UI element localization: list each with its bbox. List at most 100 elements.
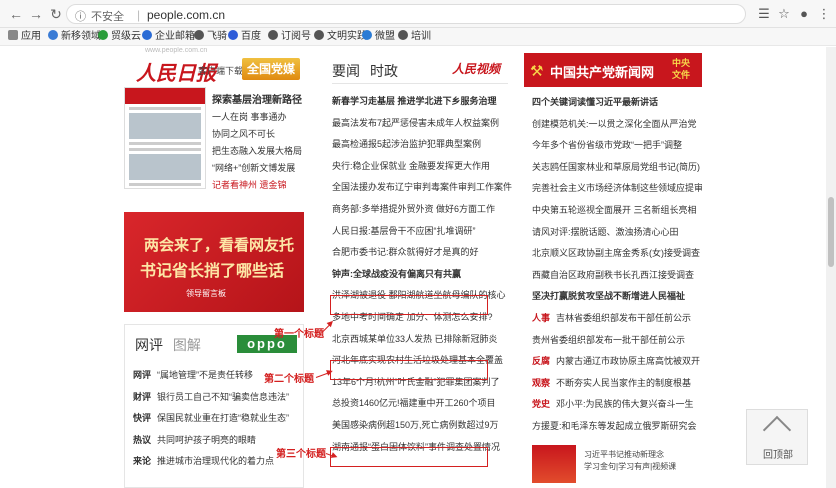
- annotation-second-title: 第二个标题: [264, 374, 314, 385]
- bookmark-item[interactable]: 文明实践: [314, 30, 367, 44]
- paper-link[interactable]: 协同之风不可长: [212, 126, 312, 143]
- faint-text: www.people.com.cn: [145, 47, 208, 54]
- list-item[interactable]: 快评 保国民就业重在打造“稳就业生态”: [133, 408, 301, 430]
- bookmark-item[interactable]: 贸级云: [98, 30, 141, 44]
- url-text[interactable]: people.com.cn: [147, 8, 225, 22]
- cloud-icon: [98, 30, 108, 40]
- paper-link[interactable]: “网络+”创新文博发展: [212, 160, 312, 177]
- news-link[interactable]: 北京顺义区政协副主席金秀系(女)接受调查: [532, 243, 702, 265]
- news-link[interactable]: 最高法发布7起严惩侵害未成年人权益案例: [332, 113, 512, 135]
- news-link[interactable]: 央行:稳企业保就业 金融要发挥更大作用: [332, 156, 512, 178]
- tab-tujie[interactable]: 图解: [173, 337, 201, 353]
- news-link[interactable]: 反腐 内蒙古通辽市政协原主席高忱被双开: [532, 351, 702, 373]
- feature-line[interactable]: 学习金句|学习有声|视频课: [584, 461, 704, 473]
- news-link[interactable]: 四个关键词读懂习近平最新讲话: [532, 92, 702, 114]
- bookmark-apps[interactable]: 应用: [8, 30, 41, 44]
- client-download-link[interactable]: 客户端下载: [198, 64, 243, 77]
- newspaper-thumbnail[interactable]: [124, 87, 206, 189]
- scrollbar[interactable]: [826, 47, 836, 488]
- tab-shizheng[interactable]: 时政: [370, 63, 398, 79]
- reload-icon[interactable]: ↻: [48, 6, 64, 22]
- feature-thumbnail[interactable]: [532, 445, 576, 483]
- news-link[interactable]: 商务部:多举措提外贸外资 做好6方面工作: [332, 199, 512, 221]
- browser-toolbar: ← → ↻ ⓘ 不安全 | people.com.cn ☰ ☆ ● ⋮: [0, 0, 836, 28]
- list-item[interactable]: 财评 银行员工自己不知“骗卖信息违法”: [133, 387, 301, 409]
- news-link[interactable]: 北京西城某单位33人发热 已排除新冠肺炎: [332, 329, 512, 351]
- chevron-up-icon: [762, 415, 792, 445]
- forward-icon[interactable]: →: [28, 6, 44, 22]
- news-link[interactable]: 创建模范机关:一以贯之深化全面从严治党: [532, 114, 702, 136]
- arrow-icon: [315, 371, 332, 378]
- party-emblem-icon: ⚒: [530, 63, 544, 80]
- dangmei-badge[interactable]: 全国党媒: [242, 58, 300, 80]
- news-link[interactable]: 今年多个省份省级市党政“一把手”调整: [532, 135, 702, 157]
- news-link[interactable]: 请风对评:摆脱话题、激浊扬清心心田: [532, 222, 702, 244]
- party-news-title: 中国共产党新闻网: [550, 65, 655, 80]
- banner-line1: 两会来了，看看网友托: [144, 237, 295, 254]
- news-link[interactable]: 观察 不断夯实人民当家作主的制度根基: [532, 373, 702, 395]
- bookmarks-bar: 应用 新移领域 贸级云 企业邮箱 飞骑 百度 订阅号 文明实践 微盟 培训: [0, 28, 836, 46]
- globe-icon: [268, 30, 278, 40]
- insecure-label: 不安全: [91, 11, 124, 23]
- news-link[interactable]: 方援夏:和毛泽东等发起成立俄罗斯研究会: [532, 416, 702, 438]
- promo-banner[interactable]: 两会来了，看看网友托 书记省长捎了哪些话 领导留言板: [124, 212, 304, 312]
- bookmark-item[interactable]: 企业邮箱: [142, 30, 195, 44]
- star-icon[interactable]: ☆: [776, 6, 792, 22]
- news-link[interactable]: 新春学习走基层 推进学北进下乡服务治理: [332, 91, 512, 113]
- party-news-header[interactable]: ⚒ 中国共产党新闻网 中央文件: [524, 53, 702, 87]
- news-link[interactable]: 完善社会主义市场经济体制这些领域应提审: [532, 178, 702, 200]
- tab-yaowen[interactable]: 要闻: [332, 63, 360, 79]
- paper-link[interactable]: 探索基层治理新路径: [212, 92, 312, 109]
- globe-icon: [362, 30, 372, 40]
- news-link[interactable]: 关志鸥任国家林业和草原局党组书记(简历): [532, 157, 702, 179]
- mail-icon: [142, 30, 152, 40]
- news-link[interactable]: 西藏自治区政府副秩书长孔西江接受调查: [532, 265, 702, 287]
- paper-link[interactable]: 一人在岗 事事通办: [212, 109, 312, 126]
- globe-icon: [314, 30, 324, 40]
- apps-icon: [8, 30, 18, 40]
- globe-icon: [48, 30, 58, 40]
- feature-text: 习近平书记推动新理念 学习金句|学习有声|视频课: [584, 449, 704, 473]
- paper-link[interactable]: 把生态融入发展大格局: [212, 143, 312, 160]
- translate-icon[interactable]: ☰: [756, 6, 772, 22]
- info-icon[interactable]: ⓘ: [75, 8, 86, 24]
- account-icon[interactable]: ●: [796, 6, 812, 22]
- web-page: www.people.com.cn 人民日报 客户端下载 全国党媒 探索基层治理…: [0, 47, 836, 488]
- central-docs-tag[interactable]: 中央文件: [672, 57, 696, 81]
- scrollbar-thumb[interactable]: [828, 197, 834, 267]
- news-link[interactable]: 最高检通报5起涉治监护犯罪典型案例: [332, 134, 512, 156]
- news-link[interactable]: 人民日报:基层骨干不应困“扎堆调研”: [332, 221, 512, 243]
- news-list: 新春学习走基层 推进学北进下乡服务治理 最高法发布7起严惩侵害未成年人权益案例 …: [332, 91, 512, 458]
- paper-headlines: 探索基层治理新路径 一人在岗 事事通办 协同之风不可长 把生态融入发展大格局 “…: [212, 92, 312, 194]
- feature-line[interactable]: 习近平书记推动新理念: [584, 449, 704, 461]
- highlight-box-3: [330, 447, 488, 467]
- bookmark-item[interactable]: 培训: [398, 30, 431, 44]
- banner-brand: 领导留言板: [186, 289, 226, 298]
- back-to-top-label: 回顶部: [763, 450, 793, 461]
- tab-pinglun[interactable]: 网评: [135, 337, 163, 353]
- news-link[interactable]: 总投资1460亿元!福建重中开工260个项目: [332, 393, 512, 415]
- news-link[interactable]: 合肥市委书记:群众就得好才是真的好: [332, 242, 512, 264]
- video-logo[interactable]: 人民视频: [452, 60, 500, 77]
- news-link[interactable]: 钟声:全球战疫没有偏离只有共赢: [332, 264, 512, 286]
- menu-icon[interactable]: ⋮: [816, 6, 832, 22]
- paper-link[interactable]: 记者看神州 遗金锦: [212, 177, 312, 194]
- bookmark-item[interactable]: 百度: [228, 30, 261, 44]
- news-link[interactable]: 坚决打赢脱贫攻坚战不断增进人民福祉: [532, 286, 702, 308]
- news-link[interactable]: 人事 吉林省委组织部发布干部任前公示: [532, 308, 702, 330]
- news-link[interactable]: 贵州省委组织部发布一批干部任前公示: [532, 330, 702, 352]
- bookmark-item[interactable]: 新移领域: [48, 30, 101, 44]
- paw-icon: [228, 30, 238, 40]
- bookmark-item[interactable]: 订阅号: [268, 30, 311, 44]
- bookmark-item[interactable]: 飞骑: [194, 30, 227, 44]
- address-bar[interactable]: ⓘ 不安全 | people.com.cn: [66, 4, 746, 24]
- bookmark-item[interactable]: 微盟: [362, 30, 395, 44]
- globe-icon: [398, 30, 408, 40]
- news-link[interactable]: 美国感染病例超150万,死亡病例数超过9万: [332, 415, 512, 437]
- back-icon[interactable]: ←: [8, 6, 24, 22]
- news-link[interactable]: 中央第五轮巡视全面展开 三名新组长亮相: [532, 200, 702, 222]
- back-to-top-button[interactable]: 回顶部: [746, 409, 808, 465]
- news-link[interactable]: 全国法援办发布辽宁审判毒案件审判工作案件: [332, 177, 512, 199]
- news-link[interactable]: 党史 邓小平:为民族的伟大复兴奋斗一生: [532, 394, 702, 416]
- banner-line2: 书记省长捎了哪些话: [140, 263, 285, 280]
